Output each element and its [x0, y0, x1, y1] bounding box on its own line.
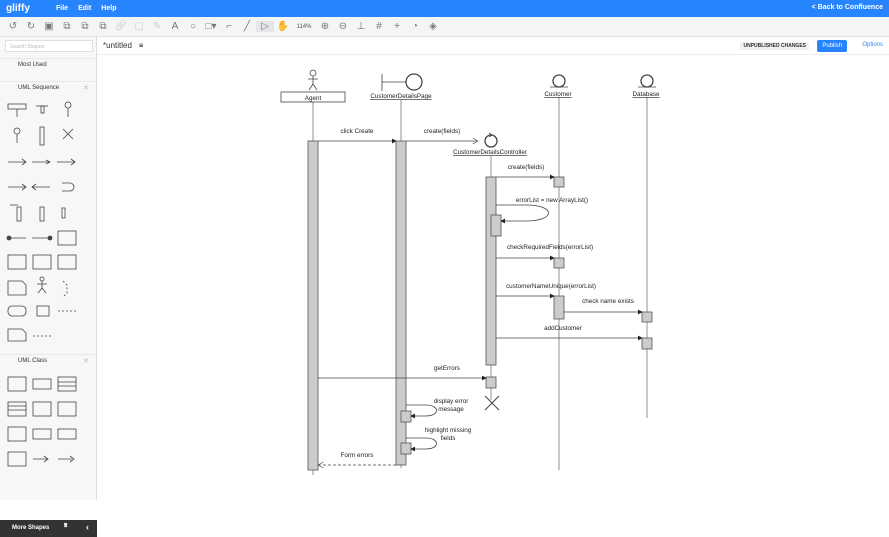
activation-bars[interactable]: [307, 140, 653, 471]
section-label: Most Used: [18, 62, 47, 68]
message-label: errorList = new ArrayList(): [516, 197, 588, 204]
group-icon[interactable]: ▣: [40, 21, 58, 32]
menu-help[interactable]: Help: [101, 5, 116, 12]
uml-class-shapes[interactable]: [0, 375, 96, 485]
copy-icon[interactable]: ⧉: [58, 21, 76, 32]
theme-icon[interactable]: ◔: [406, 21, 424, 32]
grid-icon[interactable]: #: [370, 21, 388, 32]
link-icon[interactable]: 🔗︎: [112, 21, 130, 32]
settings-icon[interactable]: ⩩: [64, 523, 67, 530]
connector-tool-icon[interactable]: ⌐: [220, 21, 238, 32]
ellipse-tool-icon[interactable]: ○: [184, 21, 202, 32]
duplicate-icon[interactable]: ⧉: [76, 21, 94, 32]
participant-label: CustomerDetailsPage: [370, 93, 432, 100]
message-label: addCustomer: [544, 325, 582, 332]
close-icon[interactable]: ✕: [83, 84, 89, 92]
message-label: highlight missing: [425, 427, 472, 434]
shape-sidebar: Search Shapes Most Used UML Sequence ✕ UM…: [0, 37, 97, 537]
rectangle-tool-icon[interactable]: □▾: [202, 21, 220, 32]
shape-row: [7, 276, 68, 298]
zoom-level-dropdown[interactable]: 114%: [292, 24, 316, 30]
message-label: check name exists: [582, 298, 634, 305]
undo-icon[interactable]: ↺: [4, 21, 22, 32]
unpublished-changes-badge: UNPUBLISHED CHANGES: [740, 42, 809, 50]
participant-database[interactable]: Database: [633, 74, 660, 98]
participant-label: Agent: [305, 95, 322, 102]
snap-icon[interactable]: ⊥: [352, 21, 370, 32]
message-label: create(fields): [508, 164, 544, 171]
participant-customer[interactable]: Customer: [544, 74, 572, 98]
redo-icon[interactable]: ↻: [22, 21, 40, 32]
menu-file[interactable]: File: [56, 5, 68, 12]
uml-sequence-shapes[interactable]: [0, 95, 96, 345]
section-uml-sequence[interactable]: UML Sequence ✕: [0, 81, 96, 93]
more-shapes-button[interactable]: More Shapes ⩩ ‹: [0, 520, 97, 537]
shape-row: [6, 230, 77, 246]
participant-customer-details-page[interactable]: CustomerDetailsPage: [370, 73, 432, 100]
layers-icon[interactable]: ◈: [424, 21, 442, 32]
format-painter-icon[interactable]: ✎: [148, 21, 166, 32]
zoom-in-icon[interactable]: ⊕: [316, 21, 334, 32]
participant-customer-details-controller[interactable]: CustomerDetailsController: [453, 132, 527, 156]
destroy-icon: [484, 395, 500, 411]
lock-icon[interactable]: 🔒︎: [139, 40, 143, 50]
sequence-diagram-canvas[interactable]: Agent CustomerDetailsPage CustomerDetail…: [97, 55, 889, 500]
toolbar: ↺ ↻ ▣ ⧉ ⧉ ⧉ 🔗︎ ▢ ✎ A ○ □▾ ⌐ ╱ ▷ ✋ 114% ⊕…: [0, 17, 889, 37]
document-bar: *untitled 🔒︎ UNPUBLISHED CHANGES Publish…: [97, 37, 889, 55]
line-tool-icon[interactable]: ╱: [238, 21, 256, 32]
shape-row: [7, 101, 72, 117]
options-menu[interactable]: Options: [862, 42, 883, 48]
message-label: click Create: [341, 128, 374, 135]
section-label: UML Sequence: [18, 85, 60, 91]
guides-icon[interactable]: +: [388, 21, 406, 32]
shape-row: [10, 204, 66, 222]
document-title[interactable]: *untitled: [103, 41, 132, 50]
message-label: getErrors: [434, 365, 460, 372]
shape-row: [7, 305, 76, 317]
collapse-icon[interactable]: ‹: [86, 522, 89, 532]
publish-button[interactable]: Publish: [817, 40, 847, 52]
message-label: checkRequiredFields(errorList): [507, 244, 593, 251]
shape-row: [8, 182, 75, 192]
section-label: UML Class: [18, 358, 48, 364]
shape-row: [7, 254, 77, 270]
search-shapes-input[interactable]: Search Shapes: [5, 40, 93, 52]
participant-label: Customer: [544, 91, 571, 98]
menu-edit[interactable]: Edit: [78, 5, 91, 12]
pointer-tool-icon[interactable]: ▷: [256, 21, 274, 32]
shape-row: [8, 158, 76, 166]
message-label: fields: [441, 435, 456, 442]
section-most-used[interactable]: Most Used: [0, 58, 96, 70]
top-bar: gliffy File Edit Help < Back to Confluen…: [0, 0, 889, 17]
message-label: customerNameUnique(errorList): [506, 283, 596, 290]
participant-label: Database: [633, 91, 660, 98]
message-label: display error: [434, 398, 469, 405]
text-tool-icon[interactable]: A: [166, 21, 184, 32]
close-icon[interactable]: ✕: [83, 357, 89, 365]
comment-icon[interactable]: ▢: [130, 21, 148, 32]
section-uml-class[interactable]: UML Class ✕: [0, 354, 96, 366]
participant-agent[interactable]: Agent: [280, 69, 346, 103]
shape-row: [13, 126, 74, 146]
message-label: create(fields): [424, 128, 460, 135]
more-shapes-label: More Shapes: [12, 525, 50, 531]
back-to-confluence-link[interactable]: < Back to Confluence: [812, 4, 883, 11]
message-label: Form errors: [341, 452, 374, 459]
participant-label: CustomerDetailsController: [453, 149, 527, 156]
message-label: message: [438, 406, 464, 413]
gliffy-logo: gliffy: [6, 3, 30, 14]
shape-row: [7, 328, 51, 342]
paste-icon[interactable]: ⧉: [94, 21, 112, 32]
pan-tool-icon[interactable]: ✋: [274, 21, 292, 32]
zoom-out-icon[interactable]: ⊖: [334, 21, 352, 32]
